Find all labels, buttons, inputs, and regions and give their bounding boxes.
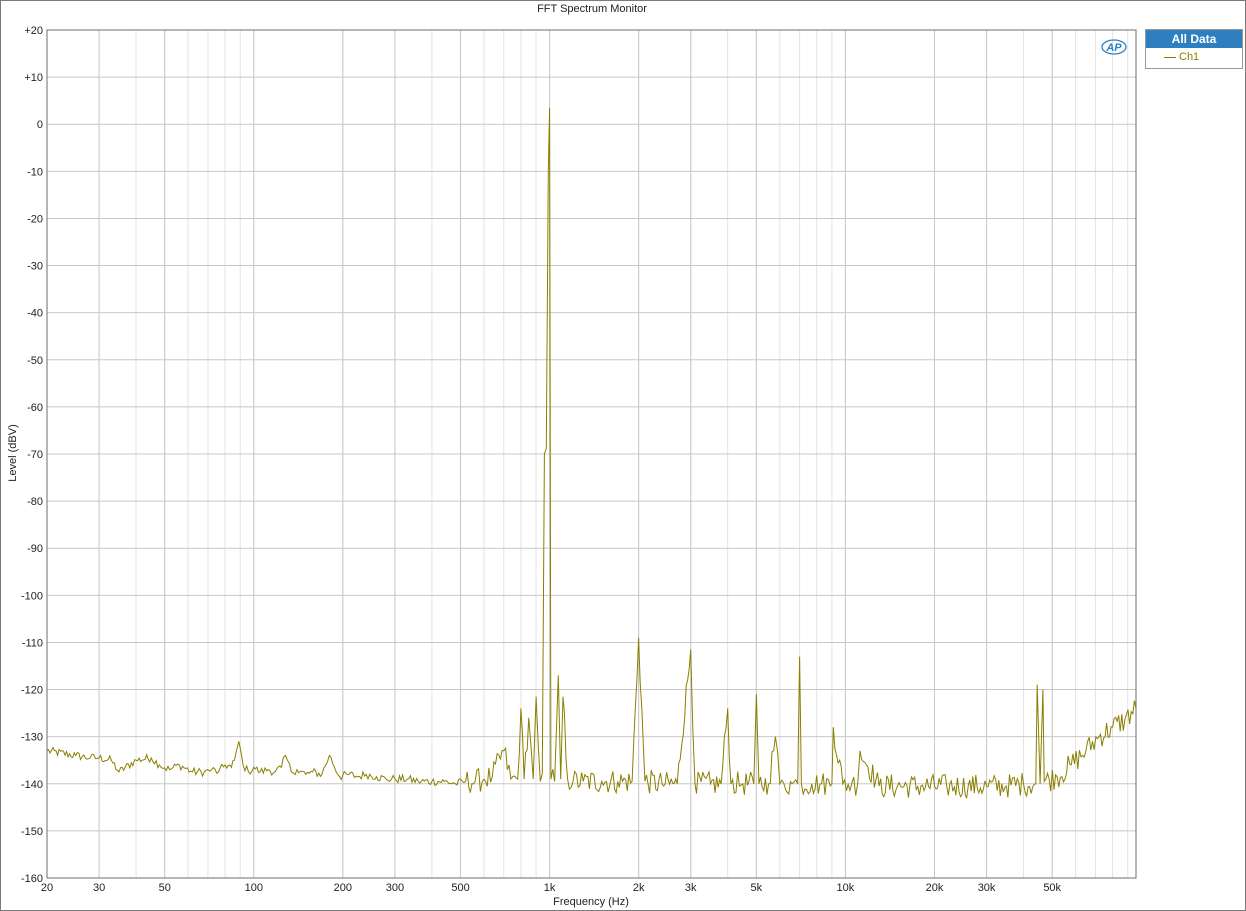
y-tick-label: -20 bbox=[27, 213, 43, 225]
x-tick-label: 20 bbox=[41, 882, 53, 894]
y-tick-label: -120 bbox=[21, 685, 43, 697]
legend-header-button[interactable]: All Data bbox=[1146, 30, 1242, 48]
y-tick-label: -80 bbox=[27, 496, 43, 508]
x-axis-label: Frequency (Hz) bbox=[553, 896, 629, 908]
y-axis-label: Level (dBV) bbox=[7, 424, 19, 481]
x-tick-label: 30 bbox=[93, 882, 105, 894]
y-tick-label: -160 bbox=[21, 873, 43, 885]
y-tick-label: -140 bbox=[21, 779, 43, 791]
y-tick-label: -30 bbox=[27, 261, 43, 273]
ap-logo-icon: AP bbox=[1101, 39, 1127, 55]
x-tick-label: 2k bbox=[633, 882, 645, 894]
chart-title: FFT Spectrum Monitor bbox=[537, 3, 647, 15]
legend-swatch bbox=[1164, 56, 1176, 58]
y-tick-label: -50 bbox=[27, 355, 43, 367]
series-line-ch1 bbox=[46, 107, 1137, 799]
legend-item-ch1[interactable]: Ch1 bbox=[1146, 48, 1242, 66]
x-tick-label: 1k bbox=[544, 882, 556, 894]
chart-frame: FFT Spectrum Monitor +20 +10 0 -10 -20 -30 -40… bbox=[0, 0, 1246, 911]
legend-item-label: Ch1 bbox=[1179, 51, 1200, 63]
x-tick-label: 10k bbox=[837, 882, 855, 894]
y-tick-label: -100 bbox=[21, 590, 43, 602]
y-tick-label: -40 bbox=[27, 308, 43, 320]
x-tick-label: 200 bbox=[334, 882, 352, 894]
y-axis-ticks: +20 +10 0 -10 -20 -30 -40 -50 -60 -70 -80 -90 -100 -1… bbox=[21, 25, 43, 885]
y-tick-label: -60 bbox=[27, 402, 43, 414]
x-tick-label: 300 bbox=[386, 882, 404, 894]
major-gridlines bbox=[47, 30, 1136, 878]
x-tick-label: 30k bbox=[978, 882, 996, 894]
x-tick-label: 20k bbox=[926, 882, 944, 894]
x-tick-label: 100 bbox=[245, 882, 263, 894]
y-tick-label: -130 bbox=[21, 732, 43, 744]
svg-text:AP: AP bbox=[1105, 42, 1122, 54]
x-tick-label: 50 bbox=[159, 882, 171, 894]
legend: All Data Ch1 bbox=[1145, 29, 1243, 69]
y-tick-label: -10 bbox=[27, 166, 43, 178]
x-tick-label: 500 bbox=[451, 882, 469, 894]
x-tick-label: 3k bbox=[685, 882, 697, 894]
y-tick-label: +10 bbox=[24, 72, 43, 84]
y-tick-label: +20 bbox=[24, 25, 43, 37]
y-tick-label: -150 bbox=[21, 826, 43, 838]
x-tick-label: 5k bbox=[751, 882, 763, 894]
x-tick-label: 50k bbox=[1043, 882, 1061, 894]
y-tick-label: -90 bbox=[27, 543, 43, 555]
x-axis-ticks: 20 30 50 100 200 300 500 1k 2k 3k 5k 10k 20k 30k 50k bbox=[41, 882, 1062, 894]
chart-canvas: FFT Spectrum Monitor +20 +10 0 -10 -20 -30 -40… bbox=[7, 3, 1137, 908]
y-tick-label: -110 bbox=[22, 637, 43, 649]
y-tick-label: 0 bbox=[37, 119, 43, 131]
y-tick-label: -70 bbox=[27, 449, 43, 461]
